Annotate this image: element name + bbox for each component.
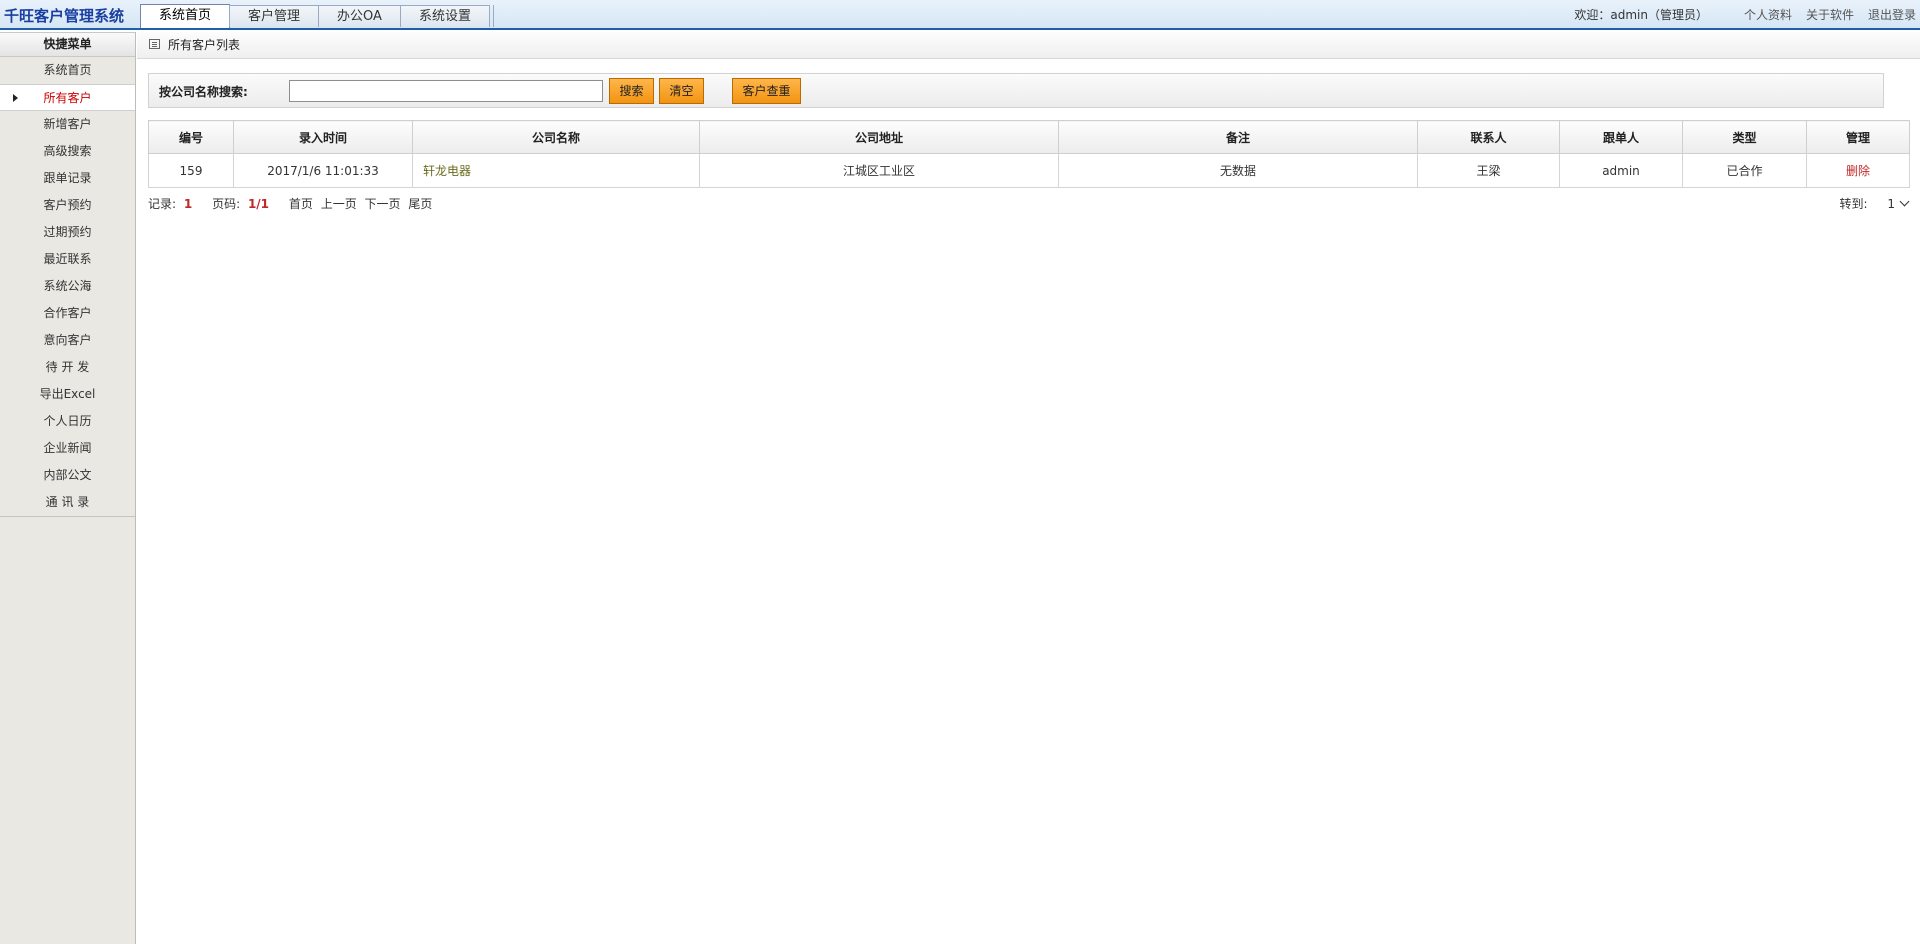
sidebar-item-label: 企业新闻 xyxy=(43,441,92,455)
welcome-text: 欢迎：admin（管理员） xyxy=(1574,8,1708,22)
sidebar-item-home[interactable]: 系统首页 xyxy=(0,57,135,84)
sidebar-item-public-pool[interactable]: 系统公海 xyxy=(0,273,135,300)
sidebar-item-recent-contacts[interactable]: 最近联系 xyxy=(0,246,135,273)
page-title: 所有客户列表 xyxy=(168,38,241,52)
page-number: 1/1 xyxy=(247,197,270,211)
tab-divider xyxy=(489,5,494,27)
sidebar: 快捷菜单 系统首页 所有客户 新增客户 高级搜索 跟单记录 客户预约 过期预约 … xyxy=(0,32,136,944)
search-label: 按公司名称搜索: xyxy=(159,85,248,99)
tab-home[interactable]: 系统首页 xyxy=(140,4,231,28)
sidebar-item-export-excel[interactable]: 导出Excel xyxy=(0,381,135,408)
sidebar-item-label: 内部公文 xyxy=(43,468,92,482)
records-count: 1 xyxy=(183,197,193,211)
sidebar-item-internal-docs[interactable]: 内部公文 xyxy=(0,462,135,489)
tab-customers[interactable]: 客户管理 xyxy=(229,5,320,27)
main-tabs: 系统首页 客户管理 办公OA 系统设置 xyxy=(140,4,494,30)
caret-right-icon xyxy=(13,94,18,102)
sidebar-item-address-book[interactable]: 通 讯 录 xyxy=(0,489,135,516)
sidebar-item-follow-records[interactable]: 跟单记录 xyxy=(0,165,135,192)
col-contact: 联系人 xyxy=(1417,120,1560,154)
company-search-input[interactable] xyxy=(289,80,603,102)
header-links: 欢迎：admin（管理员） 个人资料 关于软件 退出登录 xyxy=(1574,6,1916,23)
sidebar-item-all-customers[interactable]: 所有客户 xyxy=(0,84,135,111)
col-address: 公司地址 xyxy=(699,120,1059,154)
cell-company-link[interactable]: 轩龙电器 xyxy=(412,153,700,188)
cell-note: 无数据 xyxy=(1058,153,1418,188)
jump-label: 转到: xyxy=(1839,197,1868,211)
tab-office-oa[interactable]: 办公OA xyxy=(318,5,401,27)
chevron-down-icon xyxy=(1899,196,1910,207)
records-label: 记录: xyxy=(148,197,177,211)
sidebar-item-label: 新增客户 xyxy=(43,117,92,131)
col-note: 备注 xyxy=(1058,120,1418,154)
sidebar-menu: 系统首页 所有客户 新增客户 高级搜索 跟单记录 客户预约 过期预约 最近联系 … xyxy=(0,57,135,517)
cell-owner: admin xyxy=(1559,153,1683,188)
col-owner: 跟单人 xyxy=(1559,120,1683,154)
sidebar-item-prospects[interactable]: 意向客户 xyxy=(0,327,135,354)
sidebar-item-appointments[interactable]: 客户预约 xyxy=(0,192,135,219)
next-page-link[interactable]: 下一页 xyxy=(365,197,401,211)
sidebar-item-new-customer[interactable]: 新增客户 xyxy=(0,111,135,138)
duplicate-check-button[interactable]: 客户查重 xyxy=(732,78,801,104)
main-content: 所有客户列表 按公司名称搜索: 搜索 清空 客户查重 编号 录入时间 公司名称 … xyxy=(137,32,1920,944)
sidebar-item-company-news[interactable]: 企业新闻 xyxy=(0,435,135,462)
cell-address: 江城区工业区 xyxy=(699,153,1059,188)
page-select[interactable]: 1 xyxy=(1887,196,1910,211)
col-entry-time: 录入时间 xyxy=(233,120,413,154)
sidebar-item-label: 最近联系 xyxy=(43,252,92,266)
sidebar-item-label: 过期预约 xyxy=(43,225,92,239)
cell-entry-time: 2017/1/6 11:01:33 xyxy=(233,153,413,188)
sidebar-title: 快捷菜单 xyxy=(0,32,135,57)
cell-type: 已合作 xyxy=(1682,153,1807,188)
sidebar-item-label: 通 讯 录 xyxy=(45,495,90,509)
page-label: 页码: xyxy=(212,197,241,211)
cell-contact: 王梁 xyxy=(1417,153,1560,188)
customer-table: 编号 录入时间 公司名称 公司地址 备注 联系人 跟单人 类型 管理 159 2… xyxy=(148,120,1910,188)
page-jump: 转到: 1 xyxy=(1839,195,1910,212)
clear-button[interactable]: 清空 xyxy=(659,78,704,104)
first-page-link[interactable]: 首页 xyxy=(289,197,313,211)
top-bar: 千旺客户管理系统 系统首页 客户管理 办公OA 系统设置 欢迎：admin（管理… xyxy=(0,0,1920,30)
app-title: 千旺客户管理系统 xyxy=(4,7,125,25)
page-select-value: 1 xyxy=(1887,197,1895,211)
sidebar-item-label: 待 开 发 xyxy=(45,360,90,374)
delete-link[interactable]: 删除 xyxy=(1806,153,1910,188)
sidebar-item-advanced-search[interactable]: 高级搜索 xyxy=(0,138,135,165)
about-link[interactable]: 关于软件 xyxy=(1806,6,1854,23)
sidebar-item-to-develop[interactable]: 待 开 发 xyxy=(0,354,135,381)
search-bar: 按公司名称搜索: 搜索 清空 客户查重 xyxy=(148,73,1884,108)
sidebar-item-label: 所有客户 xyxy=(43,91,92,105)
search-button[interactable]: 搜索 xyxy=(609,78,654,104)
pagination: 记录: 1 页码: 1/1 首页 上一页 下一页 尾页 xyxy=(148,195,436,212)
sidebar-item-label: 合作客户 xyxy=(43,306,92,320)
cell-id: 159 xyxy=(148,153,234,188)
logout-link[interactable]: 退出登录 xyxy=(1868,6,1916,23)
sidebar-item-label: 系统公海 xyxy=(43,279,92,293)
pager-nav: 首页 上一页 下一页 尾页 xyxy=(289,197,437,211)
sidebar-item-calendar[interactable]: 个人日历 xyxy=(0,408,135,435)
sidebar-item-label: 意向客户 xyxy=(43,333,92,347)
col-type: 类型 xyxy=(1682,120,1807,154)
col-id: 编号 xyxy=(148,120,234,154)
last-page-link[interactable]: 尾页 xyxy=(408,197,432,211)
profile-link[interactable]: 个人资料 xyxy=(1744,6,1792,23)
list-icon xyxy=(149,39,160,49)
sidebar-item-label: 高级搜索 xyxy=(43,144,92,158)
sidebar-item-label: 客户预约 xyxy=(43,198,92,212)
sidebar-item-label: 系统首页 xyxy=(43,63,92,77)
sidebar-item-label: 跟单记录 xyxy=(43,171,92,185)
table-header-row: 编号 录入时间 公司名称 公司地址 备注 联系人 跟单人 类型 管理 xyxy=(148,120,1910,154)
sidebar-item-label: 导出Excel xyxy=(39,387,96,401)
sidebar-item-expired-appointments[interactable]: 过期预约 xyxy=(0,219,135,246)
prev-page-link[interactable]: 上一页 xyxy=(321,197,357,211)
tab-settings[interactable]: 系统设置 xyxy=(399,5,490,27)
sidebar-item-partners[interactable]: 合作客户 xyxy=(0,300,135,327)
sidebar-item-label: 个人日历 xyxy=(43,414,92,428)
page-header: 所有客户列表 xyxy=(137,32,1920,59)
col-company: 公司名称 xyxy=(412,120,700,154)
table-row: 159 2017/1/6 11:01:33 轩龙电器 江城区工业区 无数据 王梁… xyxy=(148,153,1910,188)
col-manage: 管理 xyxy=(1806,120,1910,154)
